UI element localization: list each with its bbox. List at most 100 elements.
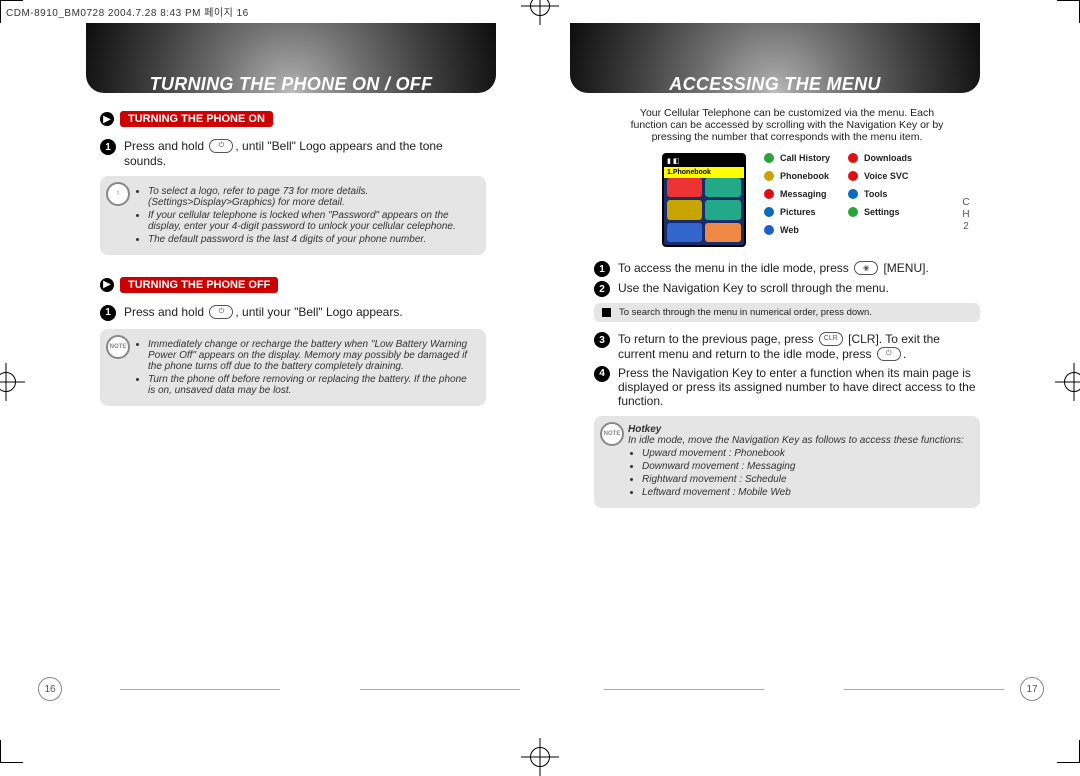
menu-item-icon bbox=[848, 171, 858, 181]
power-key-icon: ⏻ bbox=[877, 347, 901, 361]
menu-item: Settings bbox=[848, 207, 912, 217]
arrow-icon: ▶ bbox=[100, 278, 114, 292]
clr-key-icon: CLR bbox=[819, 332, 843, 346]
right-title: ACCESSING THE MENU bbox=[570, 74, 980, 95]
folio-rule bbox=[844, 689, 1004, 690]
note-icon: NOTE bbox=[600, 422, 624, 446]
menu-step-1: 1 To access the menu in the idle mode, p… bbox=[594, 261, 980, 277]
on-step-1: 1 Press and hold ⏻, until "Bell" Logo ap… bbox=[100, 139, 486, 168]
menu-item-icon bbox=[848, 207, 858, 217]
bullet-icon bbox=[602, 308, 611, 317]
menu-item-icon bbox=[848, 153, 858, 163]
s2: Use the Navigation Key to scroll through… bbox=[618, 281, 889, 297]
hotkey-item: Rightward movement : Schedule bbox=[642, 474, 968, 485]
menu-item-label: Downloads bbox=[864, 153, 912, 163]
s4: Press the Navigation Key to enter a func… bbox=[618, 366, 980, 408]
menu-item: Phonebook bbox=[764, 171, 830, 181]
note-icon: NOTE bbox=[106, 335, 130, 359]
off-step-1: 1 Press and hold ⏻, until your "Bell" Lo… bbox=[100, 305, 486, 321]
hotkey-note: NOTE Hotkey In idle mode, move the Navig… bbox=[594, 416, 980, 508]
phone-status-bar: ▮◧ bbox=[664, 155, 744, 167]
chapter-tab: C H 2 bbox=[956, 197, 976, 233]
manual-spread: CDM-8910_BM0728 2004.7.28 8:43 PM 페이지 16… bbox=[0, 0, 1080, 763]
on-note-1: To select a logo, refer to page 73 for m… bbox=[148, 186, 474, 208]
menu-item-label: Web bbox=[780, 225, 799, 235]
off-note-2: Turn the phone off before removing or re… bbox=[148, 374, 474, 396]
section-heading-off: ▶ TURNING THE PHONE OFF bbox=[100, 277, 278, 293]
off-note: NOTE Immediately change or recharge the … bbox=[100, 329, 486, 406]
menu-item-icon bbox=[764, 153, 774, 163]
menu-item: Messaging bbox=[764, 189, 830, 199]
menu-item-icon bbox=[764, 171, 774, 181]
folio-right: 17 bbox=[1020, 677, 1044, 701]
menu-item-label: Phonebook bbox=[780, 171, 829, 181]
folio-left: 16 bbox=[38, 677, 62, 701]
menu-preview: ▮◧ 1.Phonebook Call HistoryPhonebookMe bbox=[594, 153, 980, 247]
step-number: 4 bbox=[594, 366, 610, 382]
folio-rule bbox=[360, 689, 520, 690]
on-step-1-text-a: Press and hold bbox=[124, 139, 207, 153]
menu-item-icon bbox=[764, 207, 774, 217]
section-heading-on: ▶ TURNING THE PHONE ON bbox=[100, 111, 273, 127]
off-step-1-text-b: , until your "Bell" Logo appears. bbox=[235, 305, 402, 319]
hotkey-item: Upward movement : Phonebook bbox=[642, 448, 968, 459]
right-content: Your Cellular Telephone can be customize… bbox=[544, 107, 1020, 508]
menu-item: Tools bbox=[848, 189, 912, 199]
menu-step-2: 2 Use the Navigation Key to scroll throu… bbox=[594, 281, 980, 297]
registration-mark bbox=[530, 747, 550, 767]
on-note-2: If your cellular telephone is locked whe… bbox=[148, 210, 474, 232]
right-title-bar: ACCESSING THE MENU bbox=[544, 47, 1020, 101]
alert-icon: ! bbox=[106, 182, 130, 206]
hotkey-item: Downward movement : Messaging bbox=[642, 461, 968, 472]
phone-screen: ▮◧ 1.Phonebook bbox=[662, 153, 746, 247]
left-title: TURNING THE PHONE ON / OFF bbox=[86, 74, 496, 95]
arrow-icon: ▶ bbox=[100, 112, 114, 126]
inline-note: To search through the menu in numerical … bbox=[594, 303, 980, 322]
registration-mark bbox=[1064, 372, 1080, 392]
menu-item: Voice SVC bbox=[848, 171, 912, 181]
step-number: 3 bbox=[594, 332, 610, 348]
power-key-icon: ⏻ bbox=[209, 305, 233, 319]
intro-text: Your Cellular Telephone can be customize… bbox=[624, 107, 950, 143]
hotkey-lead: In idle mode, move the Navigation Key as… bbox=[628, 435, 968, 446]
menu-step-4: 4 Press the Navigation Key to enter a fu… bbox=[594, 366, 980, 408]
crop-mark bbox=[0, 740, 23, 763]
menu-item-label: Pictures bbox=[780, 207, 816, 217]
menu-item-icon bbox=[764, 225, 774, 235]
power-key-icon: ⏻ bbox=[209, 139, 233, 153]
menu-item-label: Tools bbox=[864, 189, 887, 199]
step-number: 1 bbox=[100, 305, 116, 321]
hotkey-title: Hotkey bbox=[628, 424, 968, 435]
hotkey-item: Leftward movement : Mobile Web bbox=[642, 487, 968, 498]
menu-item-label: Settings bbox=[864, 207, 900, 217]
inline-note-text: To search through the menu in numerical … bbox=[619, 307, 872, 318]
menu-item: Pictures bbox=[764, 207, 830, 217]
menu-item-label: Messaging bbox=[780, 189, 827, 199]
phone-highlight: 1.Phonebook bbox=[664, 167, 744, 178]
menu-item-label: Voice SVC bbox=[864, 171, 908, 181]
page-spread: TURNING THE PHONE ON / OFF C H 2 ▶ TURNI… bbox=[0, 19, 1080, 737]
left-content: ▶ TURNING THE PHONE ON 1 Press and hold … bbox=[60, 107, 536, 406]
step-number: 1 bbox=[100, 139, 116, 155]
crop-mark bbox=[1057, 740, 1080, 763]
menu-item: Downloads bbox=[848, 153, 912, 163]
menu-item-icon bbox=[764, 189, 774, 199]
step-number: 2 bbox=[594, 281, 610, 297]
menu-item-label: Call History bbox=[780, 153, 830, 163]
menu-key-icon: ◉ bbox=[854, 261, 878, 275]
off-note-1: Immediately change or recharge the batte… bbox=[148, 339, 474, 372]
folio-rule bbox=[604, 689, 764, 690]
on-note-3: The default password is the last 4 digit… bbox=[148, 234, 474, 245]
s1-a: To access the menu in the idle mode, pre… bbox=[618, 261, 852, 275]
menu-item-icon bbox=[848, 189, 858, 199]
section-heading-on-label: TURNING THE PHONE ON bbox=[120, 111, 273, 127]
s3-a: To return to the previous page, press bbox=[618, 332, 817, 346]
crop-mark bbox=[0, 0, 23, 23]
left-page: TURNING THE PHONE ON / OFF C H 2 ▶ TURNI… bbox=[60, 47, 536, 727]
menu-item: Web bbox=[764, 225, 830, 235]
folio-rule bbox=[120, 689, 280, 690]
menu-list: Call History Phonebook Messaging Pictures We… bbox=[764, 153, 912, 247]
crop-mark bbox=[1057, 0, 1080, 23]
off-step-1-text-a: Press and hold bbox=[124, 305, 207, 319]
left-title-bar: TURNING THE PHONE ON / OFF bbox=[60, 47, 536, 101]
